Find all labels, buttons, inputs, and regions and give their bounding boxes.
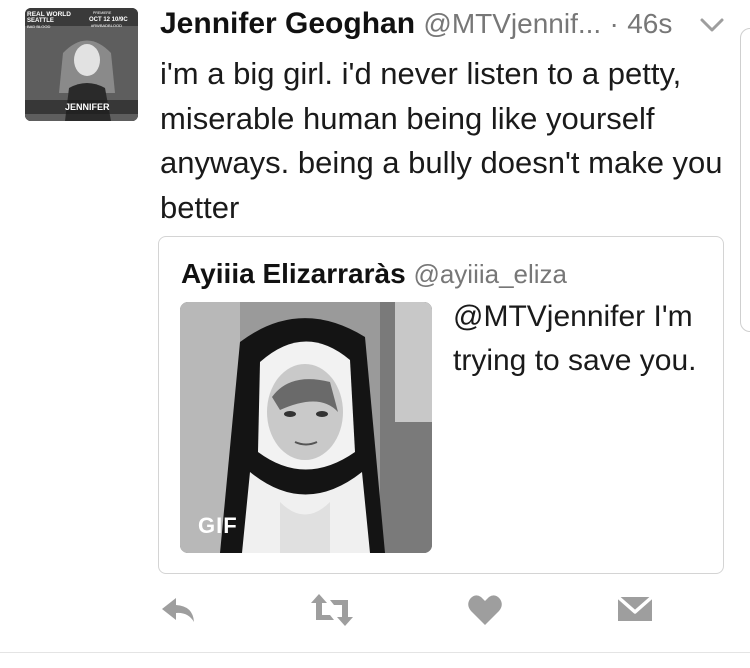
direct-message-icon[interactable] [615, 590, 655, 630]
quoted-tweet[interactable]: Ayiiia Elizarraràs @ayiiia_eliza GIF @MT… [158, 236, 724, 574]
side-panel-edge [740, 28, 750, 332]
tweet-header: Jennifer Geoghan @MTVjennif... · 46s [160, 4, 720, 44]
gif-label: GIF [198, 513, 238, 538]
tweet[interactable]: REAL WORLD SEATTLE BAD BLOOD PREMIERE OC… [0, 0, 750, 668]
quoted-display-name: Ayiiia Elizarraràs [181, 258, 406, 289]
quoted-tweet-header: Ayiiia Elizarraràs @ayiiia_eliza [181, 254, 567, 294]
avatar-text-3: BAD BLOOD [27, 24, 50, 29]
quoted-user-handle: @ayiiia_eliza [413, 259, 568, 289]
avatar[interactable]: REAL WORLD SEATTLE BAD BLOOD PREMIERE OC… [25, 8, 138, 121]
timestamp[interactable]: 46s [627, 8, 672, 39]
separator-dot: · [609, 8, 619, 39]
reply-icon[interactable] [158, 590, 198, 630]
action-bar [0, 590, 750, 630]
display-name[interactable]: Jennifer Geoghan [160, 7, 415, 40]
retweet-icon[interactable] [310, 590, 353, 630]
avatar-text-6: #RWBADBLOOD [91, 23, 122, 28]
user-handle[interactable]: @MTVjennif... [423, 8, 601, 39]
gif-thumbnail[interactable]: GIF [180, 302, 432, 553]
chevron-down-icon[interactable] [697, 14, 727, 36]
avatar-image: REAL WORLD SEATTLE BAD BLOOD PREMIERE OC… [25, 8, 138, 121]
quoted-tweet-text: @MTVjennifer I'm trying to save you. [453, 300, 697, 377]
avatar-text-4: PREMIERE [93, 11, 112, 15]
avatar-text-1: REAL WORLD [27, 11, 71, 18]
divider [0, 652, 750, 653]
avatar-text-7: JENNIFER [65, 102, 110, 112]
heart-icon[interactable] [465, 590, 505, 630]
tweet-text: i'm a big girl. i'd never listen to a pe… [160, 56, 723, 225]
